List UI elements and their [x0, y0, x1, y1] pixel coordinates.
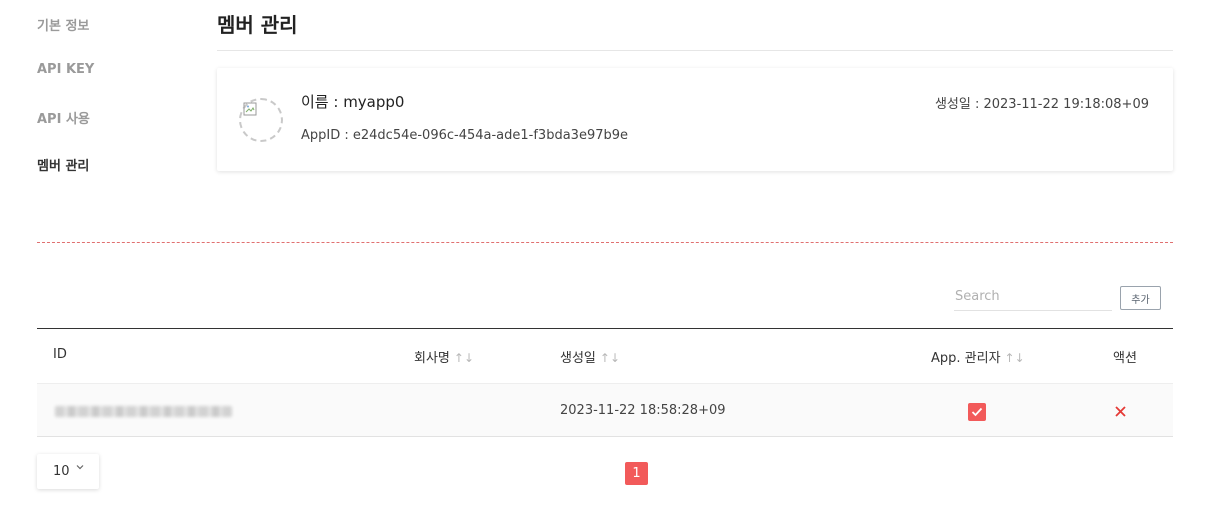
- app-info-card: 이름 : myapp0 AppID : e24dc54e-096c-454a-a…: [217, 68, 1173, 171]
- broken-image-icon: [243, 102, 257, 116]
- page-button-current[interactable]: 1: [625, 462, 648, 485]
- column-header-created[interactable]: 생성일 ↑↓: [560, 347, 620, 366]
- page-size-select[interactable]: 10: [37, 454, 99, 489]
- add-member-button[interactable]: 추가: [1120, 286, 1161, 310]
- app-name: 이름 : myapp0: [301, 93, 405, 111]
- column-header-id: ID: [53, 347, 67, 362]
- page-title: 멤버 관리: [217, 13, 298, 37]
- member-created-date: 2023-11-22 18:58:28+09: [560, 403, 726, 418]
- app-id: AppID : e24dc54e-096c-454a-ade1-f3bda3e9…: [301, 128, 629, 143]
- avatar: [239, 98, 283, 142]
- delete-member-button[interactable]: [1115, 402, 1126, 421]
- sidebar-item-basic-info[interactable]: 기본 정보: [37, 15, 89, 34]
- column-header-company-label: 회사명: [414, 351, 450, 366]
- app-admin-checkbox[interactable]: [968, 403, 986, 421]
- search-input[interactable]: [954, 283, 1112, 311]
- column-header-app-admin-label: App. 관리자: [931, 351, 1001, 366]
- column-header-action-label: 액션: [1113, 351, 1137, 366]
- section-divider: [37, 242, 1173, 243]
- column-header-created-label: 생성일: [560, 351, 596, 366]
- sidebar-item-api-key[interactable]: API KEY: [37, 62, 94, 77]
- sidebar-item-api-usage[interactable]: API 사용: [37, 108, 90, 127]
- table-top-border: [37, 328, 1173, 329]
- column-header-app-admin[interactable]: App. 관리자 ↑↓: [931, 347, 1025, 366]
- sidebar-item-member-management[interactable]: 멤버 관리: [37, 155, 89, 174]
- member-id-blurred: [55, 406, 232, 417]
- sort-icon[interactable]: ↑↓: [1005, 351, 1025, 365]
- sort-icon[interactable]: ↑↓: [454, 351, 474, 365]
- table-row: 2023-11-22 18:58:28+09: [37, 383, 1173, 437]
- chevron-down-icon: [76, 463, 84, 473]
- page-size-value: 10: [53, 464, 70, 479]
- app-created-date: 생성일 : 2023-11-22 19:18:08+09: [934, 97, 1149, 112]
- title-divider: [217, 50, 1173, 51]
- column-header-company[interactable]: 회사명 ↑↓: [414, 347, 474, 366]
- close-icon: [1115, 406, 1126, 417]
- check-icon: [971, 407, 983, 417]
- column-header-id-label: ID: [53, 347, 67, 362]
- column-header-action: 액션: [1113, 347, 1137, 366]
- sort-icon[interactable]: ↑↓: [600, 351, 620, 365]
